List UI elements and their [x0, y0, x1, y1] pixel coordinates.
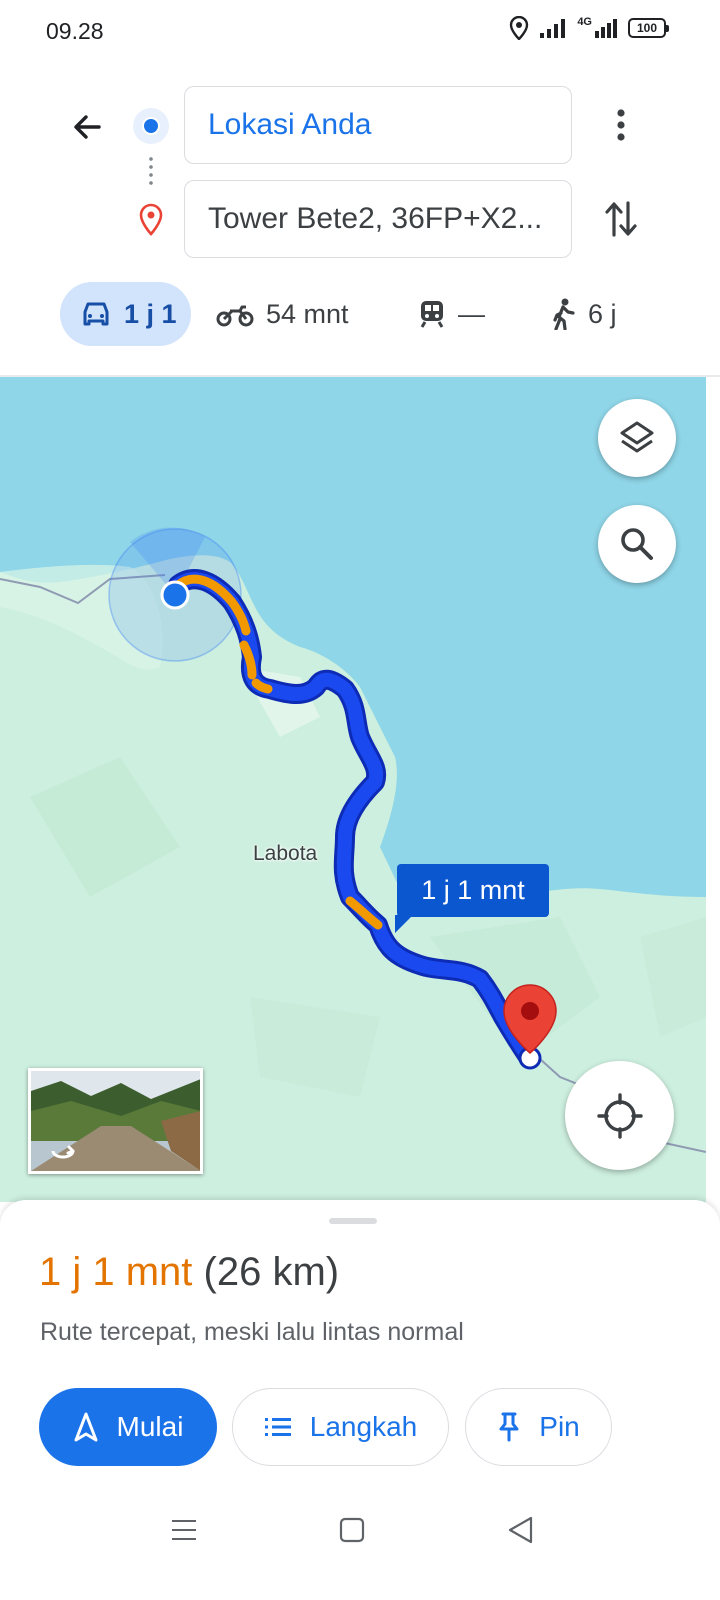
route-description: Rute tercepat, meski lalu lintas normal [40, 1318, 464, 1346]
pin-label: Pin [539, 1411, 580, 1442]
battery-icon: 100 [628, 18, 669, 38]
status-bar: 09.28 4G 100 [0, 0, 720, 64]
tab-car[interactable]: 1 j 1 [60, 282, 191, 346]
tab-motorcycle-label: 54 mnt [266, 298, 349, 329]
square-icon [339, 1517, 365, 1543]
origin-field[interactable]: Lokasi Anda [184, 86, 572, 164]
map-search-button[interactable] [598, 505, 676, 583]
tab-motorcycle[interactable]: 54 mnt [216, 282, 349, 346]
recents-button[interactable] [164, 1510, 204, 1550]
network-type: 4G [577, 16, 592, 28]
tab-walk[interactable]: 6 j [550, 282, 617, 346]
swap-vert-icon [605, 201, 637, 237]
layers-icon [620, 421, 654, 453]
more-vert-icon [617, 109, 625, 141]
map-place-label: Labota [253, 842, 318, 865]
start-label: Mulai [116, 1411, 184, 1442]
street-view-image [31, 1071, 200, 1171]
origin-text: Lokasi Anda [208, 108, 372, 141]
navigation-arrow-icon [74, 1412, 98, 1442]
origin-dot-icon [133, 108, 169, 144]
car-icon [83, 302, 109, 326]
steps-label: Langkah [309, 1411, 418, 1442]
street-view-thumbnail[interactable] [28, 1068, 203, 1174]
route-connector-dots [149, 155, 153, 187]
search-icon [621, 528, 653, 560]
battery-level: 100 [636, 21, 658, 35]
back-nav-button[interactable] [500, 1510, 540, 1550]
start-navigation-button[interactable]: Mulai [39, 1388, 217, 1466]
layers-button[interactable] [598, 399, 676, 477]
location-status-icon [510, 16, 529, 40]
destination-field[interactable]: Tower Bete2, 36FP+X2... [184, 180, 572, 258]
triangle-back-icon [508, 1516, 533, 1544]
swap-route-button[interactable] [596, 194, 646, 244]
tab-walk-label: 6 j [588, 298, 617, 329]
crosshair-icon [596, 1092, 643, 1139]
route-duration: 1 j 1 mnt [39, 1250, 193, 1294]
sheet-drag-handle[interactable] [329, 1218, 377, 1224]
steps-button[interactable]: Langkah [232, 1388, 449, 1466]
status-icons: 4G 100 [509, 16, 669, 40]
my-location-button[interactable] [565, 1061, 674, 1170]
destination-pin-icon [139, 203, 163, 236]
signal-icon [540, 19, 566, 38]
current-location-dot [160, 580, 190, 610]
train-icon [420, 301, 444, 328]
status-time: 09.28 [46, 18, 104, 44]
route-distance: (26 km) [203, 1250, 340, 1294]
tab-transit-label: — [458, 298, 485, 329]
pin-icon [499, 1412, 519, 1442]
tab-car-label: 1 j 1 [124, 298, 177, 329]
menu-icon [172, 1520, 196, 1540]
arrow-back-icon [74, 115, 101, 139]
list-icon [264, 1418, 291, 1436]
route-duration-callout[interactable]: 1 j 1 mnt [395, 864, 549, 933]
walk-icon [553, 298, 575, 330]
more-options-button[interactable] [596, 100, 646, 150]
system-nav-bar [0, 1490, 720, 1560]
home-button[interactable] [332, 1510, 372, 1550]
back-button[interactable] [62, 102, 112, 152]
tab-transit[interactable]: — [418, 282, 485, 346]
pin-button[interactable]: Pin [465, 1388, 612, 1466]
motorcycle-icon [216, 305, 254, 327]
travel-mode-tabs: 1 j 1 54 mnt — 6 j [0, 282, 720, 346]
signal-4g-icon [595, 19, 617, 38]
route-summary-title: 1 j 1 mnt (26 km) [39, 1250, 339, 1295]
destination-text: Tower Bete2, 36FP+X2... [208, 202, 543, 235]
